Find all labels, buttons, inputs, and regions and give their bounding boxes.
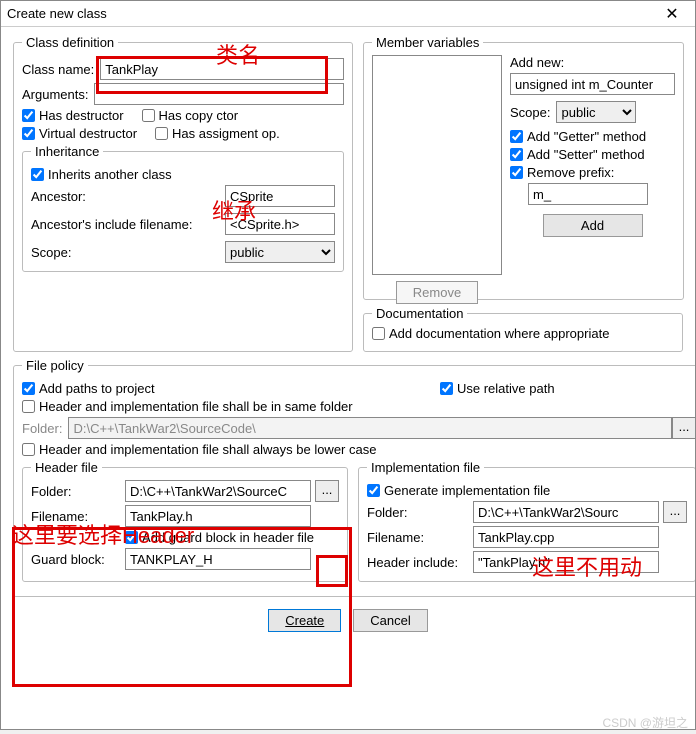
member-listbox[interactable] bbox=[372, 55, 502, 275]
classname-input[interactable] bbox=[100, 58, 344, 80]
impl-folder-label: Folder: bbox=[367, 505, 469, 520]
setter-checkbox[interactable] bbox=[510, 148, 523, 161]
addnew-label: Add new: bbox=[510, 55, 675, 70]
create-button[interactable]: Create bbox=[268, 609, 341, 632]
impl-file-legend: Implementation file bbox=[367, 460, 484, 475]
header-folder-input[interactable] bbox=[125, 480, 311, 502]
member-variables-group: Member variables Remove Add new: bbox=[363, 35, 684, 300]
ancestor-label: Ancestor: bbox=[31, 189, 217, 204]
arguments-input[interactable] bbox=[94, 83, 344, 105]
class-definition-group: Class definition Class name: Arguments: … bbox=[13, 35, 353, 352]
impl-filename-label: Filename: bbox=[367, 530, 469, 545]
getter-checkbox[interactable] bbox=[510, 130, 523, 143]
remove-prefix-checkbox[interactable] bbox=[510, 166, 523, 179]
impl-folder-input[interactable] bbox=[473, 501, 659, 523]
has-copy-ctor-label: Has copy ctor bbox=[159, 108, 238, 123]
inherit-scope-label: Scope: bbox=[31, 245, 217, 260]
impl-file-group: Implementation file Generate implementat… bbox=[358, 460, 695, 582]
add-paths-checkbox[interactable] bbox=[22, 382, 35, 395]
classname-label: Class name: bbox=[22, 62, 94, 77]
header-include-label: Header include: bbox=[367, 555, 469, 570]
guard-block-label: Guard block: bbox=[31, 552, 121, 567]
guard-block-input[interactable] bbox=[125, 548, 311, 570]
header-include-input[interactable] bbox=[473, 551, 659, 573]
content-area: Class definition Class name: Arguments: … bbox=[1, 27, 695, 729]
inherits-label: Inherits another class bbox=[48, 167, 172, 182]
member-scope-label: Scope: bbox=[510, 105, 550, 120]
ancestor-include-input[interactable] bbox=[225, 213, 335, 235]
remove-member-button[interactable]: Remove bbox=[396, 281, 478, 304]
inherits-checkbox[interactable] bbox=[31, 168, 44, 181]
dialog-window: Create new class ✕ Class definition Clas… bbox=[0, 0, 696, 730]
header-file-group: Header file Folder: ... Filename: Add gu… bbox=[22, 460, 348, 582]
impl-folder-browse-button[interactable]: ... bbox=[663, 501, 687, 523]
watermark: CSDN @游坦之 bbox=[602, 714, 688, 731]
has-copy-ctor-checkbox[interactable] bbox=[142, 109, 155, 122]
same-folder-label: Header and implementation file shall be … bbox=[39, 399, 353, 414]
has-destructor-checkbox[interactable] bbox=[22, 109, 35, 122]
lowercase-checkbox[interactable] bbox=[22, 443, 35, 456]
same-folder-checkbox[interactable] bbox=[22, 400, 35, 413]
arguments-label: Arguments: bbox=[22, 87, 88, 102]
member-scope-select[interactable]: public bbox=[556, 101, 636, 123]
remove-prefix-input[interactable] bbox=[528, 183, 648, 205]
guard-block-checkbox[interactable] bbox=[125, 531, 138, 544]
use-relative-label: Use relative path bbox=[457, 381, 555, 396]
ancestor-include-label: Ancestor's include filename: bbox=[31, 217, 217, 232]
remove-prefix-label: Remove prefix: bbox=[527, 165, 614, 180]
documentation-group: Documentation Add documentation where ap… bbox=[363, 306, 683, 352]
use-relative-checkbox[interactable] bbox=[440, 382, 453, 395]
lowercase-label: Header and implementation file shall alw… bbox=[39, 442, 376, 457]
titlebar: Create new class ✕ bbox=[1, 1, 695, 27]
setter-label: Add "Setter" method bbox=[527, 147, 645, 162]
has-assignment-label: Has assigment op. bbox=[172, 126, 280, 141]
add-paths-label: Add paths to project bbox=[39, 381, 155, 396]
ancestor-input[interactable] bbox=[225, 185, 335, 207]
file-policy-group: File policy Add paths to project Use rel… bbox=[13, 358, 695, 597]
addnew-input[interactable] bbox=[510, 73, 675, 95]
header-filename-label: Filename: bbox=[31, 509, 121, 524]
add-doc-label: Add documentation where appropriate bbox=[389, 326, 609, 341]
member-variables-legend: Member variables bbox=[372, 35, 483, 50]
has-assignment-checkbox[interactable] bbox=[155, 127, 168, 140]
gen-impl-label: Generate implementation file bbox=[384, 483, 550, 498]
virtual-destructor-checkbox[interactable] bbox=[22, 127, 35, 140]
file-policy-legend: File policy bbox=[22, 358, 88, 373]
inheritance-group: Inheritance Inherits another class Ances… bbox=[22, 144, 344, 272]
header-folder-browse-button[interactable]: ... bbox=[315, 480, 339, 502]
close-icon[interactable]: ✕ bbox=[655, 4, 689, 24]
policy-folder-input bbox=[68, 417, 672, 439]
header-file-legend: Header file bbox=[31, 460, 102, 475]
header-filename-input[interactable] bbox=[125, 505, 311, 527]
window-title: Create new class bbox=[7, 6, 655, 21]
add-member-button[interactable]: Add bbox=[543, 214, 643, 237]
class-definition-legend: Class definition bbox=[22, 35, 118, 50]
getter-label: Add "Getter" method bbox=[527, 129, 646, 144]
documentation-legend: Documentation bbox=[372, 306, 467, 321]
guard-block-cb-label: Add guard block in header file bbox=[142, 530, 314, 545]
gen-impl-checkbox[interactable] bbox=[367, 484, 380, 497]
policy-folder-browse-button[interactable]: ... bbox=[672, 417, 695, 439]
has-destructor-label: Has destructor bbox=[39, 108, 124, 123]
header-folder-label: Folder: bbox=[31, 484, 121, 499]
inheritance-legend: Inheritance bbox=[31, 144, 103, 159]
virtual-destructor-label: Virtual destructor bbox=[39, 126, 137, 141]
policy-folder-label: Folder: bbox=[22, 421, 62, 436]
cancel-button[interactable]: Cancel bbox=[353, 609, 427, 632]
inherit-scope-select[interactable]: public bbox=[225, 241, 335, 263]
add-doc-checkbox[interactable] bbox=[372, 327, 385, 340]
impl-filename-input[interactable] bbox=[473, 526, 659, 548]
